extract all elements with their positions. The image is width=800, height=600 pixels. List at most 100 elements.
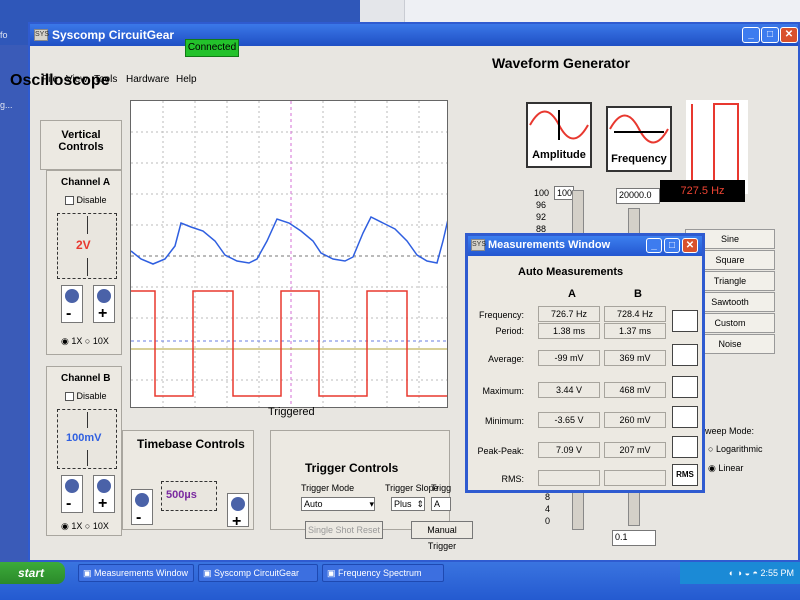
- single-shot-reset-button[interactable]: Single Shot Reset: [305, 521, 383, 539]
- app-icon: ▣: [327, 568, 339, 578]
- measurements-heading: Auto Measurements: [518, 266, 624, 278]
- timebase-title: Timebase Controls: [137, 437, 245, 451]
- menu-hardware[interactable]: Hardware: [126, 74, 169, 85]
- measure-label: Average:: [488, 354, 524, 364]
- scope-grid: [131, 101, 447, 407]
- channel-b-increase-knob[interactable]: +: [93, 475, 115, 513]
- timebase-increase-knob[interactable]: +: [227, 493, 249, 530]
- rms-icon[interactable]: RMS: [672, 464, 698, 486]
- frequency-period-icon[interactable]: [672, 310, 698, 332]
- knob-icon: [135, 493, 149, 507]
- frequency-readout: 727.5 Hz: [660, 180, 745, 202]
- sine-frequency-icon: [609, 114, 669, 144]
- amplitude-label: Amplitude: [532, 149, 586, 161]
- amplitude-icon[interactable]: Amplitude: [526, 102, 592, 168]
- sweep-linear-radio[interactable]: ◉ Linear: [708, 463, 743, 474]
- channel-b-probe-radio[interactable]: ◉ 1X ○ 10X: [61, 521, 109, 532]
- close-button[interactable]: ✕: [682, 238, 698, 253]
- channel-a-trace: [131, 290, 447, 397]
- taskbar: start ▣ Measurements Window ▣ Syscomp Ci…: [0, 562, 800, 600]
- close-button[interactable]: ✕: [780, 27, 798, 43]
- average-icon[interactable]: [672, 344, 698, 366]
- measurements-title-bar[interactable]: SYS Measurements Window _ □ ✕: [468, 236, 702, 256]
- channel-a-decrease-knob[interactable]: -: [61, 285, 83, 323]
- app-icon: ▣: [203, 568, 215, 578]
- scope-traces: [131, 101, 447, 407]
- frequency-label: Frequency: [611, 153, 667, 165]
- trigger-mode-select[interactable]: Auto ▾: [301, 497, 375, 511]
- task-measurements-window[interactable]: ▣ Measurements Window: [78, 564, 194, 582]
- frequency-slider[interactable]: [628, 208, 640, 236]
- maximize-button[interactable]: □: [664, 238, 680, 253]
- clock: 2:55 PM: [760, 568, 794, 578]
- knob-icon: [231, 497, 245, 511]
- amplitude-tick: 92: [536, 212, 547, 222]
- timebase-value-box: 500µs: [161, 481, 217, 511]
- frequency-input[interactable]: 20000.0: [616, 188, 660, 204]
- maximum-icon[interactable]: [672, 376, 698, 398]
- frequency-step-input[interactable]: 0.1: [612, 530, 656, 546]
- app-icon: SYS: [471, 239, 486, 251]
- frequency-icon[interactable]: Frequency: [606, 106, 672, 172]
- menu-help[interactable]: Help: [176, 74, 197, 85]
- start-button[interactable]: start: [0, 562, 65, 584]
- measure-label: Period:: [495, 326, 524, 336]
- connected-indicator: Connected: [185, 39, 239, 57]
- trigger-slope-select[interactable]: Plus ⇕: [391, 497, 425, 511]
- measure-label: Maximum:: [482, 386, 524, 396]
- timebase-decrease-knob[interactable]: -: [131, 489, 153, 526]
- sine-amplitude-icon: [529, 110, 589, 140]
- spinner-icon: ⇕: [416, 499, 424, 509]
- minus-icon: -: [66, 305, 72, 322]
- channel-b-trace: [131, 215, 447, 265]
- amplitude-tick: 96: [536, 200, 547, 210]
- desktop-label: g...: [0, 100, 13, 110]
- measure-value-b: 1.37 ms: [604, 323, 666, 339]
- amplitude-tick: 8: [545, 492, 551, 502]
- measure-value-a: 1.38 ms: [538, 323, 600, 339]
- amplitude-tick: 100: [534, 188, 550, 198]
- trigger-source-select[interactable]: A: [431, 497, 451, 511]
- channel-a-probe-radio[interactable]: ◉ 1X ○ 10X: [61, 336, 109, 347]
- knob-icon: [65, 479, 79, 493]
- task-frequency-spectrum[interactable]: ▣ Frequency Spectrum: [322, 564, 444, 582]
- channel-a-scale: 2V: [76, 238, 91, 252]
- knob-icon: [97, 289, 111, 303]
- app-icon: SYS: [34, 29, 49, 41]
- measure-value-b: 728.4 Hz: [604, 306, 666, 322]
- minimum-icon[interactable]: [672, 406, 698, 428]
- column-a-header: A: [568, 288, 576, 300]
- channel-b-label: Channel B: [61, 373, 111, 384]
- system-tray: ◐ ◑ ◒ ◓ 2:55 PM: [680, 562, 800, 584]
- minimize-button[interactable]: _: [742, 27, 760, 43]
- amplitude-value[interactable]: 100: [554, 186, 574, 200]
- trigger-source-label: Trigg: [431, 483, 452, 493]
- measure-value-a: 3.44 V: [538, 382, 600, 398]
- measure-label: Peak-Peak:: [477, 446, 524, 456]
- channel-b-decrease-knob[interactable]: -: [61, 475, 83, 513]
- measure-label: RMS:: [501, 474, 525, 484]
- measure-label: Frequency:: [478, 310, 524, 320]
- sweep-logarithmic-radio[interactable]: ○ Logarithmic: [708, 444, 762, 454]
- vertical-controls-title: Vertical Controls: [58, 129, 104, 153]
- checkbox-icon[interactable]: [65, 392, 74, 402]
- scope-display[interactable]: [130, 100, 448, 408]
- chevron-down-icon: ▾: [369, 499, 374, 509]
- knob-icon: [65, 289, 79, 303]
- trigger-panel: Trigger Controls Trigger Mode Auto ▾ Trig…: [270, 430, 473, 551]
- measure-value-a: 726.7 Hz: [538, 306, 600, 322]
- measure-value-b: 369 mV: [604, 350, 666, 366]
- tray-icons: ◐ ◑ ◒ ◓: [728, 568, 761, 578]
- column-b-header: B: [634, 288, 642, 300]
- peak-peak-icon[interactable]: [672, 436, 698, 458]
- maximize-button[interactable]: □: [761, 27, 779, 43]
- channel-a-increase-knob[interactable]: +: [93, 285, 115, 323]
- task-circuitgear[interactable]: ▣ Syscomp CircuitGear: [198, 564, 318, 582]
- manual-trigger-button[interactable]: Manual Trigger: [411, 521, 473, 551]
- title-bar[interactable]: SYS Syscomp CircuitGear _ □ ✕: [30, 24, 798, 46]
- desktop-label: fo: [0, 30, 8, 40]
- checkbox-icon[interactable]: [65, 196, 74, 206]
- channel-a-disable[interactable]: Disable: [65, 195, 107, 206]
- channel-b-disable[interactable]: Disable: [65, 391, 107, 402]
- minimize-button[interactable]: _: [646, 238, 662, 253]
